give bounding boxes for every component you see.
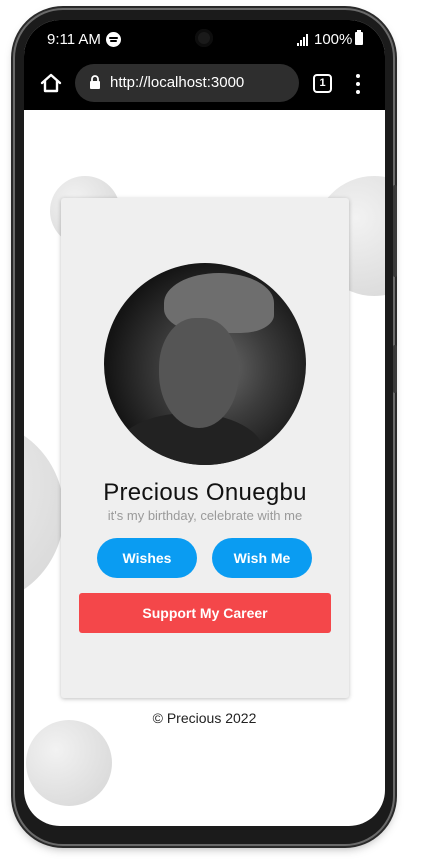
- decorative-bubble: [26, 720, 112, 806]
- tabs-icon[interactable]: 1: [313, 74, 332, 93]
- spotify-icon: [106, 32, 121, 47]
- decorative-bubble: [24, 420, 64, 605]
- signal-icon: [297, 34, 311, 46]
- lock-icon: [90, 75, 100, 89]
- support-career-button[interactable]: Support My Career: [79, 593, 331, 633]
- url-text: http://localhost:3000: [110, 74, 245, 91]
- front-camera: [195, 29, 213, 47]
- home-icon[interactable]: [40, 72, 62, 94]
- wish-me-button[interactable]: Wish Me: [212, 538, 312, 578]
- profile-tagline: it's my birthday, celebrate with me: [107, 508, 303, 523]
- wishes-button[interactable]: Wishes: [97, 538, 197, 578]
- battery-percent: 100%: [314, 31, 353, 48]
- profile-photo: [104, 263, 306, 465]
- power-button: [393, 345, 397, 393]
- browser-chrome: 9:11 AM 100% http://localhost:3000 1: [24, 20, 385, 110]
- browser-toolbar: http://localhost:3000 1: [24, 60, 385, 110]
- volume-button: [393, 185, 397, 277]
- overflow-menu-icon[interactable]: [356, 74, 360, 94]
- phone-screen: 9:11 AM 100% http://localhost:3000 1 Pre…: [24, 20, 385, 826]
- profile-card: Precious Onuegbu it's my birthday, celeb…: [61, 198, 349, 698]
- status-bar: 9:11 AM 100%: [24, 20, 385, 60]
- battery-icon: [355, 30, 363, 45]
- profile-name: Precious Onuegbu: [103, 479, 307, 506]
- footer-copyright: © Precious 2022: [152, 710, 257, 726]
- status-time: 9:11 AM: [47, 31, 101, 48]
- address-bar[interactable]: http://localhost:3000: [75, 64, 299, 102]
